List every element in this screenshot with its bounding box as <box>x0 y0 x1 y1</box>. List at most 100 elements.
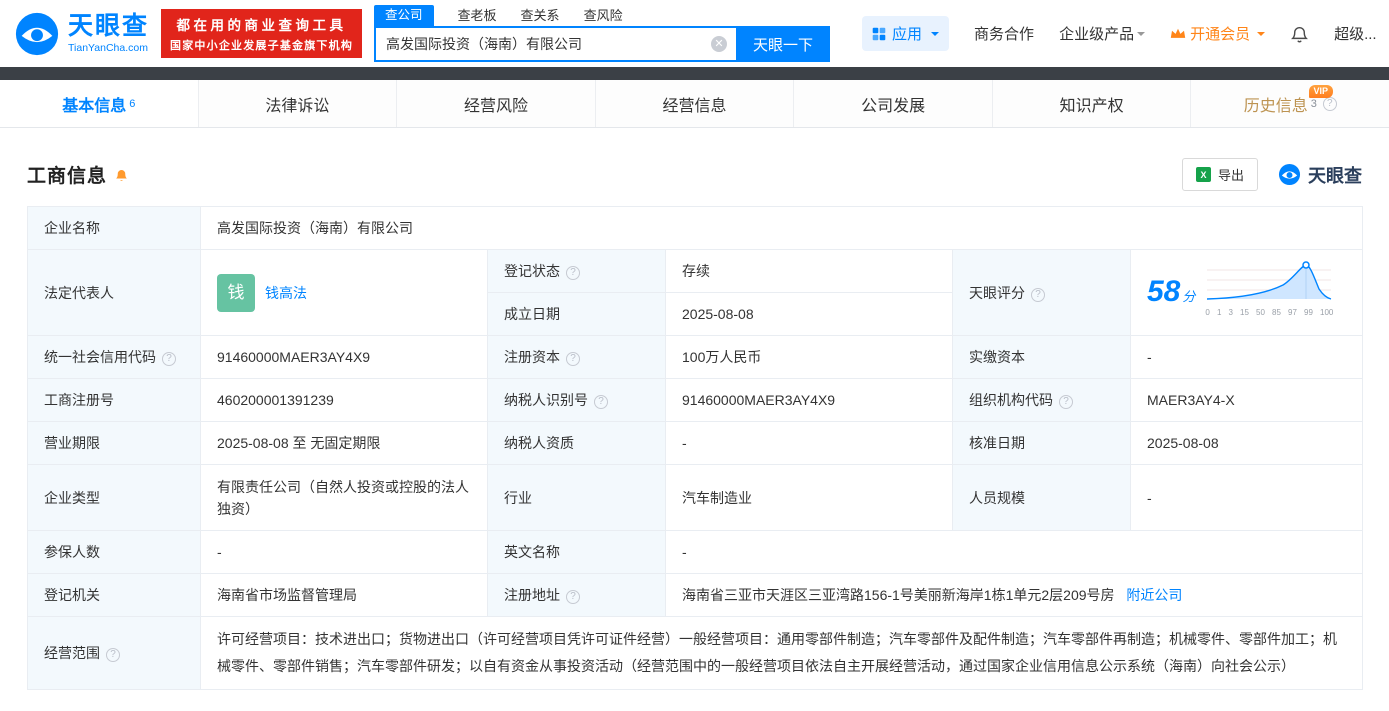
tab-operating-info[interactable]: 经营信息 <box>595 80 795 127</box>
score-axis-tick: 100 <box>1320 308 1334 317</box>
subscribe-bell-icon[interactable] <box>114 167 129 183</box>
table-row: 企业类型 有限责任公司（自然人投资或控股的法人独资） 行业 汽车制造业 人员规模… <box>27 464 1364 531</box>
tab-operating-risk[interactable]: 经营风险 <box>397 80 596 127</box>
help-icon[interactable] <box>566 590 580 604</box>
search-button[interactable]: 天眼一下 <box>736 26 831 62</box>
table-row: 参保人数 - 英文名称 - <box>27 530 1364 574</box>
tianyancha-logo[interactable]: 天眼查 TianYanCha.com <box>14 11 149 57</box>
label-establish-date: 成立日期 <box>487 292 666 336</box>
search-tabs: 查公司 查老板 查关系 查风险 <box>374 5 830 26</box>
apps-menu[interactable]: 应用 <box>862 16 950 51</box>
help-icon[interactable] <box>594 395 608 409</box>
value-reg-capital: 100万人民币 <box>665 335 953 379</box>
search-input[interactable] <box>374 26 737 62</box>
tab-company-development[interactable]: 公司发展 <box>794 80 993 127</box>
business-scope-label-text: 经营范围 <box>44 645 100 661</box>
business-info-table: 企业名称 高发国际投资（海南）有限公司 法定代表人 钱 钱高法 登记状态 存续 … <box>27 206 1364 690</box>
tab-intellectual-property[interactable]: 知识产权 <box>992 80 1192 127</box>
slogan-line1: 都在用的商业查询工具 <box>176 18 347 33</box>
tab-basic-info[interactable]: 基本信息 6 <box>0 80 199 127</box>
table-row: 经营范围 许可经营项目：技术进出口；货物进出口（许可经营项目凭许可证件经营）一般… <box>27 616 1364 690</box>
help-icon[interactable] <box>1031 287 1045 302</box>
search-tab-boss[interactable]: 查老板 <box>458 5 497 26</box>
tab-history-info[interactable]: VIP 历史信息 3 <box>1191 80 1389 127</box>
crown-icon <box>1170 28 1186 38</box>
value-reg-authority: 海南省市场监督管理局 <box>200 573 488 617</box>
table-row: 登记机关 海南省市场监督管理局 注册地址 海南省三亚市天涯区三亚湾路156-1号… <box>27 573 1364 617</box>
tab-history-info-count: 3 <box>1310 97 1317 110</box>
score-curve-chart <box>1207 261 1332 300</box>
tab-company-development-label: 公司发展 <box>861 97 926 115</box>
help-icon[interactable] <box>566 266 580 280</box>
business-cooperation-link[interactable]: 商务合作 <box>974 23 1034 44</box>
score-axis-tick: 85 <box>1272 308 1281 317</box>
tab-history-info-label: 历史信息 <box>1243 97 1308 115</box>
watermark-brand-label: 天眼查 <box>1308 165 1362 186</box>
value-taxpayer-quality: - <box>665 421 953 465</box>
table-row: 企业名称 高发国际投资（海南）有限公司 <box>27 206 1364 250</box>
legal-rep-link[interactable]: 钱高法 <box>265 282 307 304</box>
search-row: ✕ 天眼一下 <box>374 26 831 62</box>
notification-bell-icon[interactable] <box>1290 24 1309 44</box>
reg-status-label-text: 登记状态 <box>504 263 560 279</box>
clear-input-icon[interactable]: ✕ <box>711 36 728 52</box>
tab-operating-info-label: 经营信息 <box>662 97 727 115</box>
value-approval-date: 2025-08-08 <box>1129 421 1364 465</box>
logo-text: 天眼查 TianYanCha.com <box>68 13 149 54</box>
super-vip-menu[interactable]: 超级... <box>1334 23 1377 44</box>
value-reg-address: 海南省三亚市天涯区三亚湾路156-1号美丽新海岸1栋1单元2层209号房 附近公… <box>664 573 1364 617</box>
label-legal-rep: 法定代表人 <box>27 249 201 336</box>
enterprise-products-menu[interactable]: 企业级产品 <box>1059 23 1146 44</box>
help-icon[interactable] <box>1322 96 1337 111</box>
label-reg-status: 登记状态 <box>487 249 666 293</box>
search-tab-risk[interactable]: 查风险 <box>584 5 623 26</box>
label-english-name: 英文名称 <box>487 530 666 574</box>
main-content: 工商信息 导出 天眼查 <box>0 158 1389 690</box>
label-taxpayer-quality: 纳税人资质 <box>487 421 666 465</box>
label-reg-address: 注册地址 <box>487 573 666 617</box>
tab-basic-info-count: 6 <box>129 97 136 110</box>
score-axis-tick: 97 <box>1288 308 1297 317</box>
legal-rep-avatar[interactable]: 钱 <box>217 273 255 312</box>
help-icon[interactable] <box>162 352 176 366</box>
score-label-text: 天眼评分 <box>969 284 1025 301</box>
reg-address-text: 海南省三亚市天涯区三亚湾路156-1号美丽新海岸1栋1单元2层209号房 <box>682 587 1115 603</box>
value-paid-capital: - <box>1129 335 1364 379</box>
help-icon[interactable] <box>106 648 120 662</box>
search-tab-relation[interactable]: 查关系 <box>521 5 560 26</box>
open-membership-menu[interactable]: 开通会员 <box>1170 23 1266 44</box>
search-tab-company[interactable]: 查公司 <box>374 5 434 26</box>
value-business-term: 2025-08-08 至 无固定期限 <box>200 421 488 465</box>
value-business-scope: 许可经营项目：技术进出口；货物进出口（许可经营项目凭许可证件经营）一般经营项目：… <box>199 616 1364 690</box>
value-org-code: MAER3AY4-X <box>1129 378 1364 422</box>
nearby-companies-link[interactable]: 附近公司 <box>1126 587 1182 603</box>
value-establish-date: 2025-08-08 <box>665 292 953 336</box>
enterprise-products-label: 企业级产品 <box>1059 26 1135 43</box>
tab-legal-proceedings[interactable]: 法律诉讼 <box>198 80 398 127</box>
org-code-label-text: 组织机构代码 <box>969 392 1053 408</box>
export-button[interactable]: 导出 <box>1181 158 1258 191</box>
tab-basic-info-label: 基本信息 <box>62 97 127 115</box>
label-business-term: 营业期限 <box>27 421 201 465</box>
tab-operating-risk-label: 经营风险 <box>463 97 528 115</box>
value-reg-status: 存续 <box>665 249 953 293</box>
value-tianyan-score: 58 分 0 1 3 15 50 85 97 99 100 <box>1129 249 1364 336</box>
help-icon[interactable] <box>566 352 580 366</box>
label-staff-size: 人员规模 <box>952 464 1131 531</box>
label-company-type: 企业类型 <box>27 464 201 531</box>
label-company-name: 企业名称 <box>27 206 201 250</box>
table-row: 统一社会信用代码 91460000MAER3AY4X9 注册资本 100万人民币… <box>27 335 1364 379</box>
open-membership-label: 开通会员 <box>1190 26 1251 43</box>
tab-legal-proceedings-label: 法律诉讼 <box>265 97 330 115</box>
value-english-name: - <box>664 530 1364 574</box>
vip-badge: VIP <box>1308 85 1334 98</box>
score-axis-tick: 1 <box>1216 308 1222 317</box>
label-business-scope: 经营范围 <box>27 616 201 690</box>
score-axis-tick: 15 <box>1240 308 1249 317</box>
apps-label: 应用 <box>892 26 923 43</box>
grid-icon <box>872 27 886 40</box>
label-insured-count: 参保人数 <box>27 530 201 574</box>
slogan-badge: 都在用的商业查询工具 国家中小企业发展子基金旗下机构 <box>161 9 363 58</box>
export-label: 导出 <box>1217 168 1244 183</box>
help-icon[interactable] <box>1059 395 1073 409</box>
